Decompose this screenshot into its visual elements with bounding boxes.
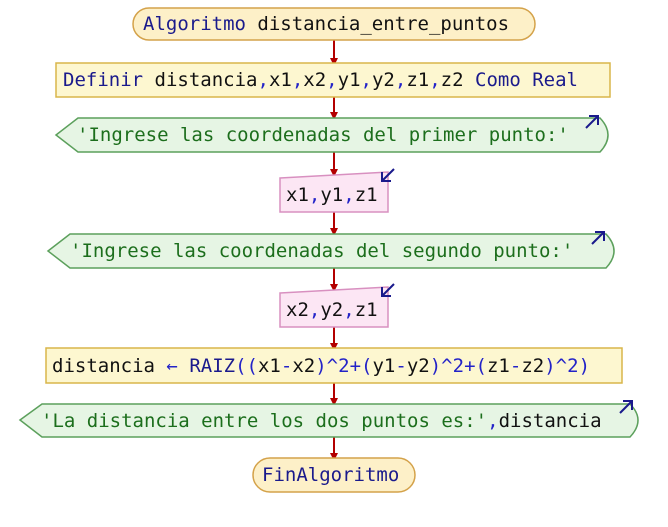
expr-8: (: [361, 355, 373, 377]
expr-3: x2: [292, 355, 316, 377]
assign-target: distancia: [52, 355, 155, 377]
expr-20: ): [544, 355, 556, 377]
expr-15: +: [464, 355, 476, 377]
read1-sep-0: ,: [308, 184, 321, 206]
expr-6: 2: [338, 355, 350, 377]
define-sep-1: ,: [291, 69, 304, 91]
prompt1-label: 'Ingrese las coordenadas del primer punt…: [77, 124, 569, 146]
assign-label: distancia ← RAIZ((x1-x2)^2+(y1-y2)^2+(z1…: [52, 357, 590, 376]
output-string: 'La distancia entre los dos puntos es:': [41, 410, 488, 432]
expr-7: +: [349, 355, 362, 377]
define-var-x2: x2: [303, 69, 327, 91]
algorithm-name: distancia_entre_puntos: [257, 13, 510, 35]
output-comma: ,: [487, 410, 499, 432]
read1-label: x1,y1,z1: [286, 186, 378, 205]
expr-16: (: [475, 355, 487, 377]
read2-sep-0: ,: [308, 299, 321, 321]
expr-22: 2: [567, 355, 579, 377]
como-keyword: Como: [475, 69, 521, 91]
expr-2: -: [280, 355, 293, 377]
read2-label: x2,y2,z1: [286, 301, 378, 320]
expr-0: ((: [235, 355, 258, 377]
define-sep-2: ,: [326, 69, 338, 91]
read1-var-y1: y1: [320, 184, 344, 206]
expr-9: y1: [372, 355, 396, 377]
prompt2-label: 'Ingrese las coordenadas del segundo pun…: [70, 240, 574, 262]
output-var: distancia: [498, 410, 602, 432]
type-keyword: Real: [532, 69, 578, 91]
algoritmo-keyword: Algoritmo: [143, 13, 246, 35]
define-sep-4: ,: [394, 69, 407, 91]
expr-10: -: [395, 355, 407, 377]
read1-var-x1: x1: [286, 184, 309, 206]
raiz-func: RAIZ: [189, 355, 236, 377]
define-sep-3: ,: [360, 69, 372, 91]
expr-4: ): [315, 355, 327, 377]
define-var-z2: z2: [440, 69, 464, 91]
output-label: 'La distancia entre los dos puntos es:',…: [41, 412, 602, 431]
start-label: Algoritmo distancia_entre_puntos: [143, 15, 509, 34]
read1-var-z1: z1: [354, 184, 378, 206]
definir-keyword: Definir: [63, 69, 144, 91]
define-sep-5: ,: [429, 69, 441, 91]
expr-11: y2: [406, 355, 430, 377]
expr-21: ^: [555, 355, 568, 377]
expr-19: z2: [521, 355, 545, 377]
read2-var-y2: y2: [320, 299, 344, 321]
read2-sep-1: ,: [343, 299, 355, 321]
end-label: FinAlgoritmo: [262, 464, 400, 486]
expr-23: ): [578, 355, 591, 377]
define-sep-0: ,: [257, 69, 269, 91]
expr-18: -: [509, 355, 522, 377]
assign-arrow: ←: [166, 355, 178, 377]
expr-14: 2: [452, 355, 465, 377]
define-var-distancia: distancia: [154, 69, 258, 91]
define-var-y1: y1: [337, 69, 361, 91]
define-var-x1: x1: [268, 69, 292, 91]
expr-13: ^: [441, 355, 453, 377]
define-var-y2: y2: [371, 69, 395, 91]
read1-sep-1: ,: [343, 184, 355, 206]
expr-5: ^: [326, 355, 339, 377]
expr-12: ): [429, 355, 442, 377]
expr-17: z1: [486, 355, 510, 377]
define-label: Definir distancia,x1,x2,y1,y2,z1,z2 Como…: [63, 71, 578, 90]
read2-var-x2: x2: [286, 299, 309, 321]
define-var-z1: z1: [406, 69, 430, 91]
read2-var-z1: z1: [354, 299, 378, 321]
expr-1: x1: [257, 355, 281, 377]
